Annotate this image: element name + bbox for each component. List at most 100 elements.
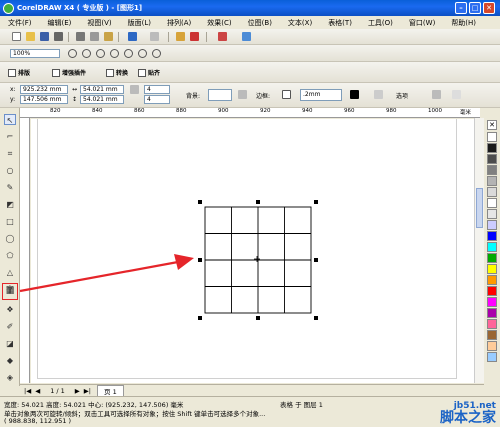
- outline-pen-icon[interactable]: [374, 90, 383, 99]
- menu-edit[interactable]: 编辑(E): [40, 18, 80, 28]
- no-fill-swatch-icon[interactable]: ✕: [487, 120, 497, 130]
- palette-swatch[interactable]: [487, 264, 497, 274]
- application-launcher-icon[interactable]: [218, 32, 227, 41]
- palette-swatch[interactable]: [487, 297, 497, 307]
- x-position-field[interactable]: 925.232 mm: [20, 85, 68, 94]
- freehand-tool-icon[interactable]: ✎: [4, 182, 16, 193]
- palette-swatch[interactable]: [487, 154, 497, 164]
- height-field[interactable]: 54.021 mm: [80, 95, 124, 104]
- palette-swatch[interactable]: [487, 330, 497, 340]
- import-icon[interactable]: [176, 32, 185, 41]
- palette-swatch[interactable]: [487, 187, 497, 197]
- palette-swatch[interactable]: [487, 341, 497, 351]
- palette-swatch[interactable]: [487, 132, 497, 142]
- selection-handle[interactable]: [314, 258, 318, 262]
- new-icon[interactable]: [12, 32, 21, 41]
- rectangle-tool-icon[interactable]: □: [4, 216, 16, 227]
- zoom-all-icon[interactable]: [110, 49, 119, 58]
- y-position-field[interactable]: 147.506 mm: [20, 95, 68, 104]
- menu-layout[interactable]: 版面(L): [120, 18, 159, 28]
- export-icon[interactable]: [190, 32, 199, 41]
- undo-icon[interactable]: [128, 32, 137, 41]
- wrap-paragraph-icon[interactable]: [452, 90, 461, 99]
- zoom-in-icon[interactable]: [68, 49, 77, 58]
- crop-tool-icon[interactable]: ⌗: [4, 148, 16, 159]
- selection-handle[interactable]: [198, 258, 202, 262]
- zoom-width-icon[interactable]: [138, 49, 147, 58]
- palette-swatch[interactable]: [487, 242, 497, 252]
- close-button[interactable]: ✕: [483, 2, 495, 14]
- scroll-thumb[interactable]: [476, 188, 483, 228]
- copy-icon[interactable]: [90, 32, 99, 41]
- convert-button[interactable]: 转换: [106, 67, 128, 78]
- eyedropper-tool-icon[interactable]: ✐: [4, 321, 16, 332]
- menu-file[interactable]: 文件(F): [0, 18, 40, 28]
- palette-swatch[interactable]: [487, 308, 497, 318]
- table-align-icon[interactable]: [432, 90, 441, 99]
- width-field[interactable]: 54.021 mm: [80, 85, 124, 94]
- background-color-select[interactable]: [208, 89, 232, 101]
- fill-tool-icon[interactable]: ◆: [4, 355, 16, 366]
- menu-view[interactable]: 视图(V): [79, 18, 119, 28]
- palette-swatch[interactable]: [487, 319, 497, 329]
- columns-field[interactable]: 4: [144, 95, 170, 104]
- interactive-fill-icon[interactable]: ◈: [4, 372, 16, 383]
- border-width-select[interactable]: .2mm: [300, 89, 342, 101]
- selection-handle[interactable]: [256, 316, 260, 320]
- welcome-screen-icon[interactable]: [242, 32, 251, 41]
- outline-tool-icon[interactable]: ◪: [4, 338, 16, 349]
- palette-swatch[interactable]: [487, 352, 497, 362]
- polygon-tool-icon[interactable]: ⬠: [4, 250, 16, 261]
- options-button[interactable]: 选项: [396, 91, 408, 100]
- last-page-icon[interactable]: ▶|: [84, 387, 91, 395]
- edit-fill-icon[interactable]: [238, 90, 247, 99]
- prev-page-icon[interactable]: ◀: [35, 387, 40, 395]
- table-tool-icon[interactable]: ▦: [2, 283, 18, 300]
- enhance-plugin-button[interactable]: 增强插件: [52, 67, 86, 78]
- selection-handle[interactable]: [198, 200, 202, 204]
- palette-swatch[interactable]: [487, 220, 497, 230]
- layout-button[interactable]: 排版: [8, 67, 30, 78]
- table-object[interactable]: [204, 206, 312, 314]
- lock-ratio-icon[interactable]: [130, 85, 139, 94]
- zoom-level-select[interactable]: 100%: [10, 49, 60, 58]
- open-icon[interactable]: [26, 32, 35, 41]
- page-tab[interactable]: 页 1: [97, 384, 124, 397]
- print-icon[interactable]: [54, 32, 63, 41]
- drawing-canvas[interactable]: [31, 119, 480, 383]
- selection-handle[interactable]: [314, 316, 318, 320]
- palette-swatch[interactable]: [487, 176, 497, 186]
- border-select-icon[interactable]: [282, 90, 291, 99]
- first-page-icon[interactable]: |◀: [24, 387, 31, 395]
- snap-button[interactable]: 贴齐: [138, 67, 160, 78]
- horizontal-ruler[interactable]: 820 840 860 880 900 920 940 960 980 1000…: [20, 108, 480, 118]
- palette-swatch[interactable]: [487, 198, 497, 208]
- save-icon[interactable]: [40, 32, 49, 41]
- vertical-scrollbar[interactable]: [474, 118, 484, 383]
- paste-icon[interactable]: [104, 32, 113, 41]
- palette-swatch[interactable]: [487, 253, 497, 263]
- smart-fill-icon[interactable]: ◩: [4, 199, 16, 210]
- palette-swatch[interactable]: [487, 165, 497, 175]
- menu-tools[interactable]: 工具(O): [360, 18, 401, 28]
- zoom-page-icon[interactable]: [124, 49, 133, 58]
- vertical-ruler[interactable]: [20, 118, 30, 383]
- zoom-height-icon[interactable]: [152, 49, 161, 58]
- palette-swatch[interactable]: [487, 209, 497, 219]
- menu-help[interactable]: 帮助(H): [443, 18, 484, 28]
- selection-handle[interactable]: [314, 200, 318, 204]
- outline-color-icon[interactable]: [350, 90, 359, 99]
- maximize-button[interactable]: □: [469, 2, 481, 14]
- zoom-out-icon[interactable]: [82, 49, 91, 58]
- zoom-tool-icon[interactable]: ○: [4, 165, 16, 176]
- palette-swatch[interactable]: [487, 231, 497, 241]
- selection-handle[interactable]: [198, 316, 202, 320]
- menu-bitmaps[interactable]: 位图(B): [240, 18, 280, 28]
- palette-swatch[interactable]: [487, 286, 497, 296]
- menu-arrange[interactable]: 排列(A): [159, 18, 199, 28]
- menu-window[interactable]: 窗口(W): [401, 18, 443, 28]
- selection-handle[interactable]: [256, 200, 260, 204]
- redo-icon[interactable]: [150, 32, 159, 41]
- shape-tool-icon[interactable]: ⌐: [4, 131, 16, 142]
- zoom-selected-icon[interactable]: [96, 49, 105, 58]
